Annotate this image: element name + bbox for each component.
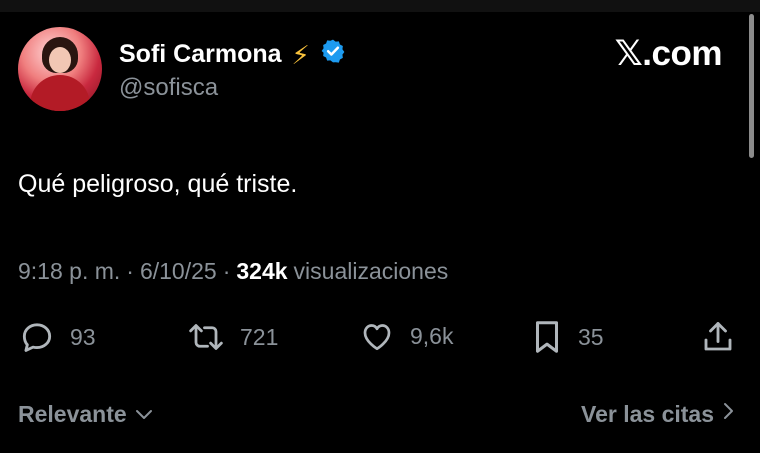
views-count[interactable]: 324k: [236, 258, 287, 285]
bookmark-icon: [530, 318, 564, 356]
reply-button[interactable]: 93: [18, 318, 96, 356]
avatar-body-shape: [30, 75, 90, 111]
avatar[interactable]: [18, 27, 102, 111]
heart-icon: [358, 318, 396, 354]
avatar-face-shape: [49, 47, 71, 73]
top-bar: [0, 0, 760, 12]
author-name[interactable]: Sofi Carmona: [119, 40, 282, 69]
scrollbar[interactable]: [749, 14, 754, 158]
author-name-row: Sofi Carmona ⚡: [119, 38, 346, 71]
repost-count: 721: [240, 323, 279, 350]
repost-button[interactable]: 721: [186, 318, 278, 356]
reply-icon: [18, 318, 56, 356]
tweet-text: Qué peligroso, qué triste.: [18, 170, 298, 198]
lightning-bolt-icon: ⚡: [291, 39, 310, 70]
view-quotes-label: Ver las citas: [581, 400, 714, 427]
sort-dropdown[interactable]: Relevante: [18, 401, 155, 428]
tweet-date[interactable]: 6/10/25: [140, 258, 217, 285]
like-count: 9,6k: [410, 322, 454, 349]
views-label: visualizaciones: [293, 258, 449, 284]
tweet-time[interactable]: 9:18 p. m.: [18, 258, 120, 285]
site-logo-xcom: 𝕏.com: [614, 34, 723, 73]
share-button[interactable]: [700, 318, 736, 356]
bookmark-count: 35: [578, 323, 604, 350]
tweet-meta: 9:18 p. m. · 6/10/25 · 324k visualizacio…: [18, 258, 448, 285]
meta-separator: ·: [222, 258, 231, 284]
reply-controls: Relevante Ver las citas: [18, 400, 736, 428]
sort-label: Relevante: [18, 400, 127, 427]
reply-count: 93: [70, 323, 96, 350]
author-handle[interactable]: @sofisca: [119, 74, 218, 102]
share-icon: [700, 318, 736, 356]
view-quotes-link[interactable]: Ver las citas: [581, 400, 736, 428]
repost-icon: [186, 318, 226, 356]
bookmark-button[interactable]: 35: [530, 318, 604, 356]
action-bar: 93 721 9,6k 35: [18, 318, 738, 358]
chevron-right-icon: [720, 400, 736, 428]
verified-badge-icon: [320, 38, 346, 71]
meta-separator: ·: [126, 258, 134, 284]
like-button[interactable]: 9,6k: [358, 318, 453, 354]
chevron-down-icon: [133, 401, 155, 428]
